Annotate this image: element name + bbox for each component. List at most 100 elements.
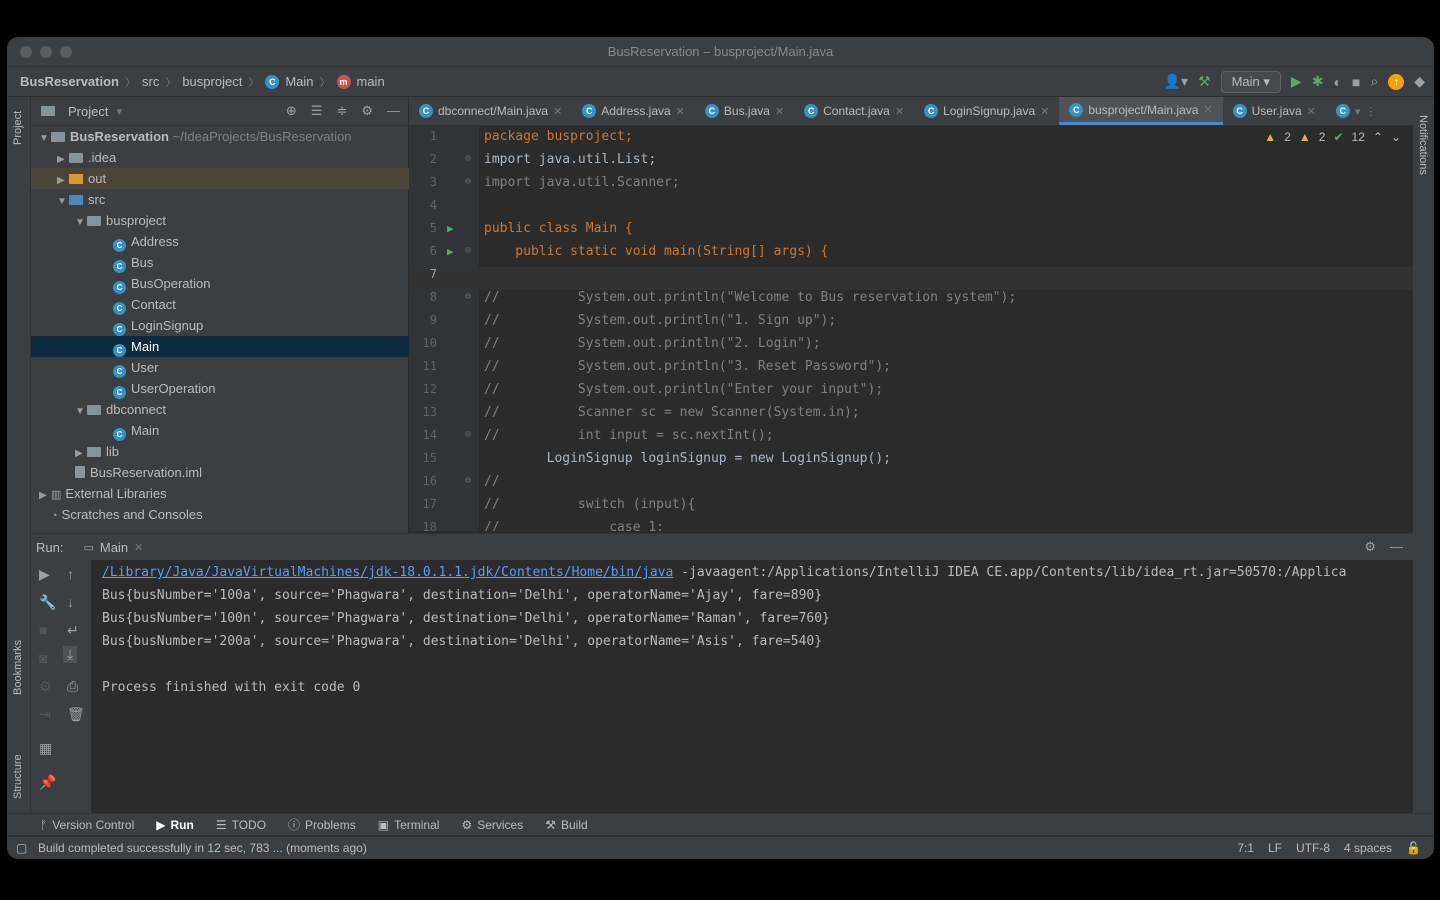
rerun-icon[interactable]: ▶: [39, 566, 50, 583]
expand-all-icon[interactable]: ☰: [311, 103, 323, 119]
hide-icon[interactable]: —: [1390, 539, 1403, 555]
run-configuration-select[interactable]: Main ▾: [1220, 70, 1281, 93]
restore-layout-icon[interactable]: ⚙: [39, 678, 52, 695]
chevron-right-icon[interactable]: ▶: [57, 149, 69, 170]
tree-item-root[interactable]: ▼ BusReservation ~/IdeaProjects/BusReserv…: [31, 126, 416, 147]
tool-services[interactable]: ⚙ Services: [461, 818, 523, 832]
chevron-down-icon[interactable]: ▾: [1355, 105, 1361, 118]
tree-item-idea[interactable]: ▶ .idea: [31, 147, 434, 168]
tree-item-external-libraries[interactable]: ▶ ▥ External Libraries: [31, 483, 416, 504]
tree-item-iml[interactable]: BusReservation.iml: [31, 462, 452, 483]
tab-busproject-main[interactable]: Cbusproject/Main.java ✕: [1059, 97, 1223, 125]
wrench-icon[interactable]: 🔧: [39, 594, 56, 611]
tool-terminal[interactable]: ▣ Terminal: [378, 818, 440, 832]
print-icon[interactable]: ⎙: [67, 678, 78, 695]
tree-item-lib[interactable]: ▶ lib: [31, 441, 452, 462]
pin-icon[interactable]: 📌: [39, 774, 56, 791]
gear-icon[interactable]: ⚙: [1364, 539, 1376, 555]
close-icon[interactable]: ✕: [895, 105, 904, 118]
tree-item-src[interactable]: ▼ src: [31, 189, 434, 210]
locate-icon[interactable]: ⊕: [286, 103, 297, 119]
camera-icon[interactable]: ◙: [39, 650, 47, 666]
close-icon[interactable]: ✕: [134, 541, 143, 554]
status-message[interactable]: Build completed successfully in 12 sec, …: [8, 841, 367, 855]
trash-icon[interactable]: 🗑: [67, 706, 85, 723]
gear-icon[interactable]: ⚙: [361, 103, 373, 119]
soft-wrap-icon[interactable]: ↵: [67, 622, 79, 639]
breadcrumb-method[interactable]: main: [357, 74, 385, 89]
chevron-right-icon[interactable]: ▶: [57, 170, 69, 191]
breadcrumb-package[interactable]: busproject: [182, 74, 242, 89]
breadcrumb-class[interactable]: Main: [285, 74, 313, 89]
bookmarks-tool-button[interactable]: Bookmarks: [12, 640, 24, 695]
chevron-down-icon[interactable]: ▼: [75, 212, 87, 233]
file-encoding[interactable]: UTF-8: [1296, 841, 1330, 855]
arrow-up-icon[interactable]: ↑: [67, 566, 74, 582]
close-icon[interactable]: ✕: [1203, 103, 1212, 116]
run-tab-main[interactable]: ▭ Main ✕: [83, 540, 143, 555]
inspection-widget[interactable]: ▲ 2 ▲ 2 ✔ 12 ⌃ ⌄: [1264, 130, 1401, 144]
stop-icon[interactable]: ■: [1352, 74, 1360, 90]
hide-icon[interactable]: —: [387, 103, 400, 119]
chevron-right-icon[interactable]: ▶: [39, 485, 51, 506]
tree-item-out[interactable]: ▶ out: [31, 168, 434, 189]
more-icon[interactable]: ⋮: [1365, 105, 1376, 118]
fold-icon[interactable]: ⊖: [465, 475, 471, 486]
close-icon[interactable]: ✕: [1040, 105, 1049, 118]
caret-position[interactable]: 7:1: [1237, 841, 1254, 855]
project-view-select[interactable]: Project: [68, 104, 108, 119]
tree-item-dbconnect[interactable]: ▼ dbconnect: [31, 399, 452, 420]
tool-run[interactable]: ▶ Run: [156, 818, 194, 832]
debug-icon[interactable]: ✱: [1312, 73, 1324, 90]
tab-dbconnect-main[interactable]: Cdbconnect/Main.java ✕: [409, 97, 572, 125]
search-icon[interactable]: ⌕: [1370, 73, 1378, 90]
update-icon[interactable]: ↑: [1388, 73, 1405, 90]
fold-icon[interactable]: ⊖: [465, 153, 471, 164]
fold-icon[interactable]: ⊖: [465, 291, 471, 302]
indent-setting[interactable]: 4 spaces: [1344, 841, 1392, 855]
breadcrumb-src[interactable]: src: [142, 74, 159, 89]
tool-problems[interactable]: ⓘ Problems: [288, 816, 356, 833]
tree-item-scratches[interactable]: ◔ Scratches and Consoles: [31, 504, 428, 525]
tab-user[interactable]: C User.java ✕: [1223, 97, 1326, 125]
chevron-down-icon[interactable]: ▼: [39, 128, 51, 149]
tree-item-busproject[interactable]: ▼ busproject: [31, 210, 452, 231]
tab-overflow[interactable]: C ▾ ⋮: [1326, 97, 1387, 125]
chevron-up-icon[interactable]: ⌃: [1373, 130, 1383, 144]
chevron-down-icon[interactable]: ▼: [75, 401, 87, 422]
coverage-icon[interactable]: ◐: [1333, 74, 1341, 90]
scroll-to-end-icon[interactable]: ⤓: [63, 646, 78, 663]
jetbrains-logo-icon[interactable]: ◆: [1414, 73, 1425, 90]
notifications-tool-button[interactable]: Notifications: [1417, 115, 1429, 175]
fold-icon[interactable]: ⊖: [465, 176, 471, 187]
tab-address[interactable]: C Address.java ✕: [572, 97, 695, 125]
chevron-down-icon[interactable]: ▾: [116, 105, 122, 118]
chevron-down-icon[interactable]: ⌄: [1391, 130, 1401, 144]
close-icon[interactable]: ✕: [553, 105, 562, 118]
lock-icon[interactable]: 🔓: [1406, 841, 1421, 855]
code-editor[interactable]: ▲ 2 ▲ 2 ✔ 12 ⌃ ⌄ 1 2 3 4 5 6 7 8 9 10 11 12…: [409, 126, 1413, 531]
build-hammer-icon[interactable]: ⚒: [1198, 73, 1211, 90]
tab-bus[interactable]: C Bus.java ✕: [695, 97, 794, 125]
run-gutter-icon[interactable]: ▶: [447, 245, 454, 258]
fold-icon[interactable]: ⊖: [465, 245, 471, 256]
run-icon[interactable]: ▶: [1291, 73, 1302, 90]
close-icon[interactable]: ✕: [676, 105, 685, 118]
collapse-all-icon[interactable]: ≑: [336, 103, 347, 119]
structure-tool-button[interactable]: Structure: [12, 754, 24, 799]
java-command-link[interactable]: /Library/Java/JavaVirtualMachines/jdk-18…: [102, 565, 673, 580]
user-account-icon[interactable]: 👤▾: [1164, 73, 1188, 90]
fold-icon[interactable]: ⊖: [465, 429, 471, 440]
layout-toggle-icon[interactable]: ▢: [16, 841, 27, 855]
chevron-right-icon[interactable]: ▶: [75, 443, 87, 464]
stop-icon[interactable]: ■: [39, 622, 47, 638]
exit-icon[interactable]: ⇥: [39, 706, 51, 723]
chevron-down-icon[interactable]: ▼: [57, 191, 69, 212]
arrow-down-icon[interactable]: ↓: [67, 594, 74, 610]
layout-icon[interactable]: ▦: [39, 740, 52, 757]
breadcrumb-project[interactable]: BusReservation: [20, 74, 119, 89]
close-icon[interactable]: ✕: [1307, 105, 1316, 118]
run-gutter-icon[interactable]: ▶: [447, 222, 454, 235]
tool-version-control[interactable]: ᚠ Version Control: [40, 818, 134, 832]
line-separator[interactable]: LF: [1268, 841, 1282, 855]
